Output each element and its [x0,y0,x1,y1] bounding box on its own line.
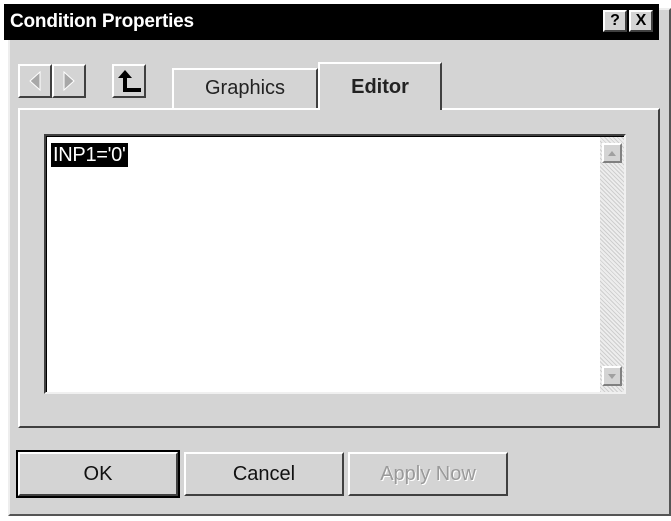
condition-editor[interactable]: INP1='0' [44,134,626,394]
cancel-button[interactable]: Cancel [184,452,344,496]
close-button[interactable]: X [629,10,653,32]
ok-button[interactable]: OK [16,450,180,498]
scroll-up-icon [608,151,616,156]
scroll-down-button[interactable] [602,366,622,386]
up-level-arrow-icon [118,70,141,92]
condition-expression[interactable]: INP1='0' [51,143,128,167]
triangle-left-icon [29,70,41,92]
tab-editor[interactable]: Editor [318,62,442,110]
apply-now-button[interactable]: Apply Now [348,452,508,496]
tab-graphics[interactable]: Graphics [172,68,318,108]
back-button[interactable] [18,64,52,98]
scroll-up-button[interactable] [602,143,622,163]
vertical-scrollbar[interactable] [600,137,624,392]
up-level-button[interactable] [112,64,146,98]
title-bar[interactable]: Condition Properties ? X [4,4,659,40]
forward-button[interactable] [52,64,86,98]
triangle-right-icon [63,70,75,92]
help-button[interactable]: ? [603,10,627,32]
window-title: Condition Properties [10,11,194,32]
scroll-down-icon [608,374,616,379]
editor-text-area[interactable]: INP1='0' [46,136,624,392]
